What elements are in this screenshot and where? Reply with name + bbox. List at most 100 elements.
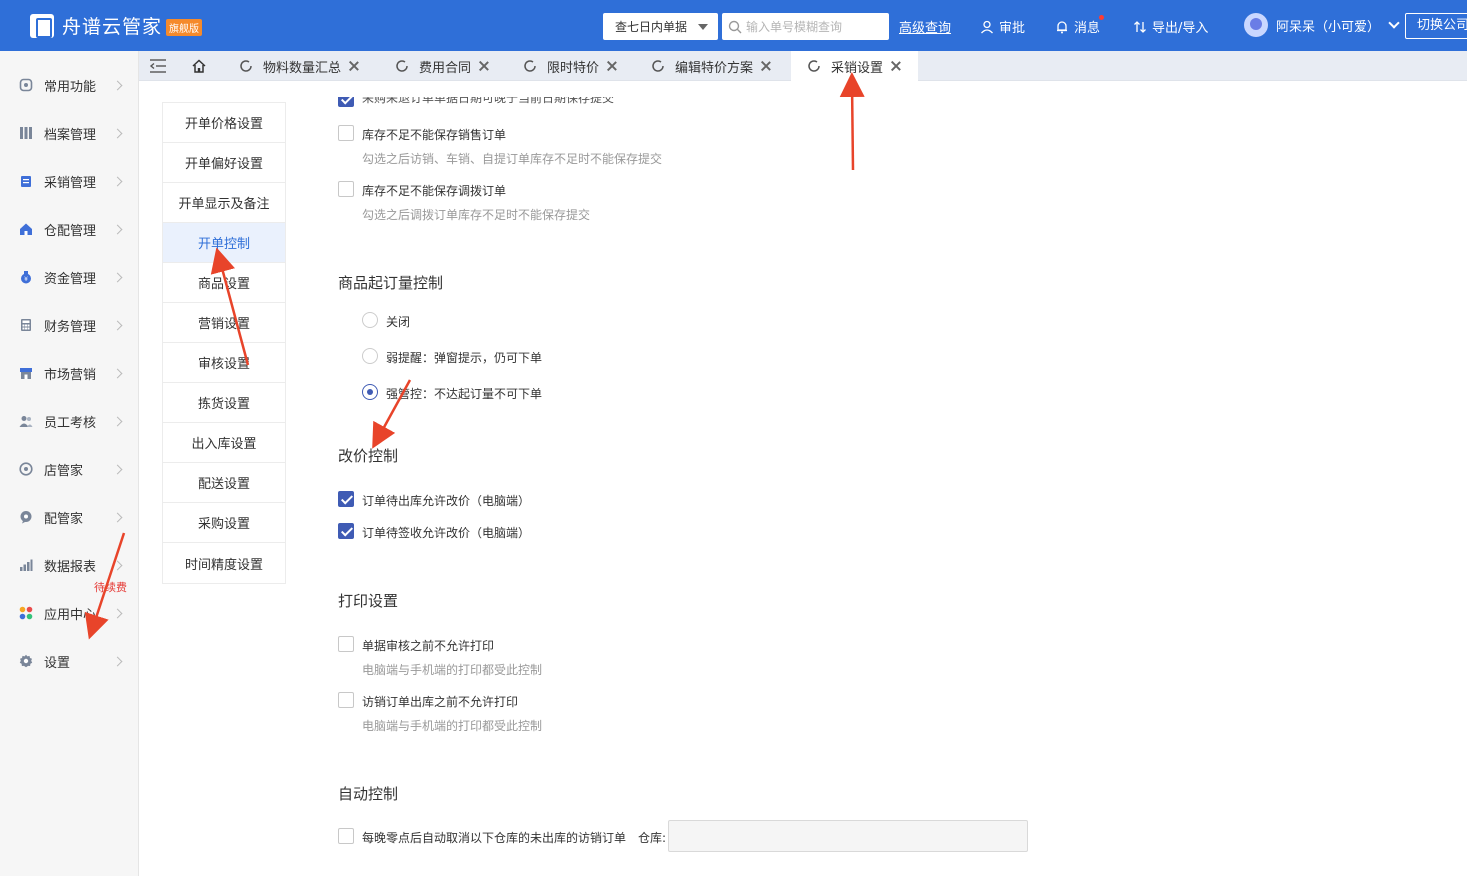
moq-radio-strong[interactable]: [362, 384, 378, 400]
grid-icon: [20, 127, 32, 139]
tab-label: 编辑特价方案: [675, 60, 754, 76]
tab-edit-special-plan[interactable]: 编辑特价方案: [651, 51, 771, 81]
settings-nav-item[interactable]: 采购设置: [163, 503, 285, 543]
sidebar-item-common[interactable]: 常用功能: [0, 61, 139, 109]
sidebar-item-delivery-manager[interactable]: 配管家: [0, 493, 139, 541]
unread-dot: [1099, 15, 1104, 20]
warehouse-select[interactable]: [668, 820, 1028, 852]
order-search-input[interactable]: [746, 19, 886, 34]
price-change-receipt-checkbox[interactable]: [338, 523, 354, 539]
sort-arrows-icon: [1134, 20, 1146, 33]
settings-nav-item[interactable]: 开单价格设置: [163, 103, 285, 143]
user-menu[interactable]: 阿呆呆（小可爱）: [1244, 13, 1400, 37]
approve-button[interactable]: 审批: [980, 17, 1025, 36]
switch-company-button[interactable]: 切换公司: [1405, 13, 1467, 39]
tab-label: 限时特价: [547, 60, 600, 76]
stock-sales-checkbox[interactable]: [338, 125, 354, 141]
refresh-icon[interactable]: [239, 59, 253, 73]
refresh-icon[interactable]: [807, 59, 821, 73]
svg-text:¥: ¥: [24, 276, 28, 283]
print-outbound-label: 访销订单出库之前不允许打印: [362, 695, 519, 709]
sidebar-item-staff[interactable]: 员工考核: [0, 397, 139, 445]
tab-purchase-sales-settings[interactable]: 采销设置: [791, 51, 918, 81]
stock-sales-hint: 勾选之后访销、车销、自提订单库存不足时不能保存提交: [362, 152, 663, 166]
chevron-right-icon: [112, 224, 123, 234]
close-icon[interactable]: [607, 61, 617, 71]
print-outbound-hint: 电脑端与手机端的打印都受此控制: [362, 719, 543, 733]
print-audit-checkbox[interactable]: [338, 636, 354, 652]
settings-nav-item[interactable]: 商品设置: [163, 263, 285, 303]
store-icon: [20, 368, 32, 379]
close-icon[interactable]: [479, 61, 489, 71]
close-icon[interactable]: [891, 61, 901, 71]
sidebar-item-purchase-sales[interactable]: 采销管理: [0, 157, 139, 205]
messages-button[interactable]: 消息: [1055, 15, 1104, 36]
moq-radio-weak[interactable]: [362, 348, 378, 364]
settings-nav-item-active[interactable]: 开单控制: [163, 223, 285, 263]
tab-label: 物料数量汇总: [263, 60, 342, 76]
scrolled-option-checkbox[interactable]: [338, 97, 354, 107]
sidebar-item-label: 应用中心: [44, 607, 97, 623]
sidebar-item-funds[interactable]: ¥ 资金管理: [0, 253, 139, 301]
import-export-button[interactable]: 导出/导入: [1133, 17, 1208, 36]
date-range-select[interactable]: 查七日内单据: [603, 13, 718, 40]
close-icon[interactable]: [761, 61, 771, 71]
sidebar-item-app-center[interactable]: 应用中心 待续费: [0, 581, 139, 637]
chevron-right-icon: [112, 272, 123, 282]
edition-badge: 旗舰版: [166, 19, 203, 36]
sidebar-item-finance[interactable]: 财务管理: [0, 301, 139, 349]
sidebar-item-warehouse[interactable]: 仓配管理: [0, 205, 139, 253]
user-check-icon: [981, 20, 993, 33]
settings-nav-item[interactable]: 出入库设置: [163, 423, 285, 463]
tab-expense-contract[interactable]: 费用合同: [395, 51, 489, 81]
stock-transfer-checkbox[interactable]: [338, 181, 354, 197]
settings-nav-item[interactable]: 开单显示及备注: [163, 183, 285, 223]
settings-nav-item[interactable]: 营销设置: [163, 303, 285, 343]
sidebar-item-label: 资金管理: [44, 271, 97, 287]
settings-nav-item[interactable]: 拣货设置: [163, 383, 285, 423]
order-search-box[interactable]: [722, 13, 889, 40]
refresh-icon[interactable]: [651, 59, 665, 73]
price-change-section-title: 改价控制: [338, 447, 399, 465]
tab-label: 采销设置: [831, 60, 884, 76]
sidebar-item-archive[interactable]: 档案管理: [0, 109, 139, 157]
chevron-right-icon: [112, 128, 123, 138]
refresh-icon[interactable]: [395, 59, 409, 73]
settings-nav-item[interactable]: 时间精度设置: [163, 543, 285, 583]
settings-nav-item[interactable]: 审核设置: [163, 343, 285, 383]
sidebar-item-label: 员工考核: [44, 415, 97, 431]
sidebar-item-label: 档案管理: [44, 127, 97, 143]
home-tab-icon[interactable]: [191, 58, 207, 74]
settings-nav-item[interactable]: 配送设置: [163, 463, 285, 503]
sidebar-item-settings[interactable]: 设置: [0, 637, 139, 685]
tab-limited-special[interactable]: 限时特价: [523, 51, 617, 81]
sidebar-item-label: 采销管理: [44, 175, 97, 191]
price-change-receipt-label: 订单待签收允许改价（电脑端）: [362, 526, 531, 540]
auto-cancel-checkbox[interactable]: [338, 828, 354, 844]
import-export-label: 导出/导入: [1152, 21, 1209, 36]
chevron-right-icon: [112, 608, 123, 618]
advanced-search-link[interactable]: 高级查询: [899, 17, 951, 36]
tab-material-summary[interactable]: 物料数量汇总: [239, 51, 359, 81]
user-name: 阿呆呆（小可爱）: [1276, 19, 1381, 35]
settings-content: 采购采退订单单据日期可晚于当前日期保存提交 库存不足不能保存销售订单 勾选之后访…: [338, 81, 1467, 876]
print-outbound-checkbox[interactable]: [338, 692, 354, 708]
sidebar-item-label: 财务管理: [44, 319, 97, 335]
moq-option-label: 弱提醒：弹窗提示，仍可下单: [386, 351, 543, 365]
close-icon[interactable]: [349, 61, 359, 71]
moq-option-label: 强管控：不达起订量不可下单: [386, 387, 543, 401]
app-logo[interactable]: 舟谱云管家 旗舰版: [30, 12, 570, 39]
tab-bar: 物料数量汇总 费用合同 限时特价 编辑特价方案 采销设置: [139, 51, 1467, 81]
moq-radio-off[interactable]: [362, 312, 378, 328]
price-change-outbound-checkbox[interactable]: [338, 491, 354, 507]
chevron-right-icon: [112, 176, 123, 186]
auto-cancel-label: 每晚零点后自动取消以下仓库的未出库的访销订单: [362, 831, 627, 845]
sidebar-item-marketing[interactable]: 市场营销: [0, 349, 139, 397]
refresh-icon[interactable]: [523, 59, 537, 73]
sidebar-item-label: 配管家: [44, 511, 84, 527]
renewal-badge: 待续费: [94, 581, 127, 594]
sidebar-item-label: 市场营销: [44, 367, 97, 383]
menu-collapse-icon[interactable]: [149, 58, 167, 74]
settings-nav-item[interactable]: 开单偏好设置: [163, 143, 285, 183]
sidebar-item-shop-manager[interactable]: 店管家: [0, 445, 139, 493]
